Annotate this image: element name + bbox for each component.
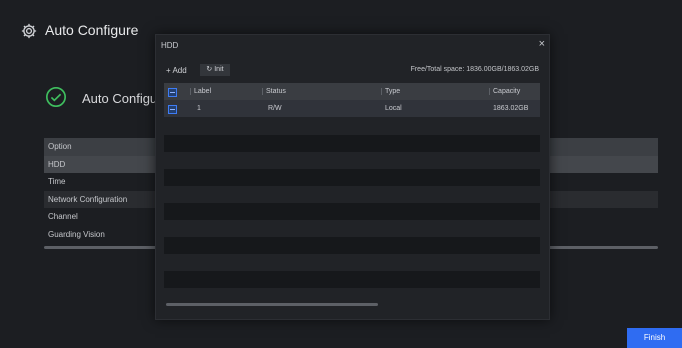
select-all-checkbox[interactable] <box>168 88 177 97</box>
column-separator <box>190 88 191 95</box>
init-button[interactable]: ↻ Init <box>200 64 230 76</box>
dialog-scrollbar[interactable] <box>166 303 378 306</box>
cell-status: R/W <box>268 105 282 112</box>
space-info: Free/Total space: 1836.00GB/1863.02GB <box>410 66 539 73</box>
table-row[interactable]: 1 R/W Local 1863.02GB <box>164 100 540 117</box>
check-circle-icon <box>46 87 66 107</box>
empty-row <box>164 271 540 288</box>
empty-row <box>164 186 540 203</box>
dialog-title: HDD <box>161 41 179 50</box>
finish-button[interactable]: Finish <box>627 328 682 348</box>
column-header-label: Label <box>194 88 212 95</box>
empty-row <box>164 169 540 186</box>
page-title: Auto Configure <box>45 22 139 38</box>
cell-label: 1 <box>197 105 201 112</box>
column-separator <box>489 88 490 95</box>
empty-row <box>164 237 540 254</box>
hdd-table: Label Status Type Capacity 1 R/W Local 1… <box>164 83 540 117</box>
column-header-type: Type <box>385 88 401 95</box>
row-checkbox[interactable] <box>168 105 177 114</box>
table-header: Label Status Type Capacity <box>164 83 540 100</box>
empty-row <box>164 152 540 169</box>
add-button[interactable]: + Add <box>166 66 187 75</box>
empty-table-area <box>164 135 540 288</box>
gear-icon <box>21 23 37 39</box>
column-separator <box>262 88 263 95</box>
column-header-capacity: Capacity <box>493 88 521 95</box>
cell-capacity: 1863.02GB <box>493 105 529 112</box>
close-icon[interactable]: × <box>539 38 545 50</box>
empty-row <box>164 135 540 152</box>
empty-row <box>164 254 540 271</box>
hdd-dialog: HDD × + Add ↻ Init Free/Total space: 183… <box>155 34 550 320</box>
column-separator <box>381 88 382 95</box>
empty-row <box>164 220 540 237</box>
column-header-status: Status <box>266 88 286 95</box>
empty-row <box>164 203 540 220</box>
cell-type: Local <box>385 105 402 112</box>
